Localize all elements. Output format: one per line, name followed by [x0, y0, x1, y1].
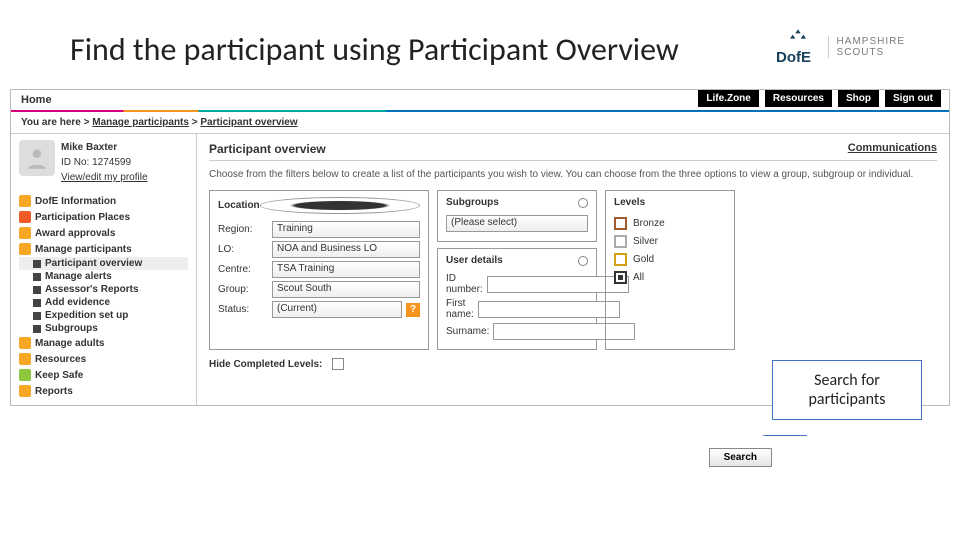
content-description: Choose from the filters below to create … — [209, 161, 937, 190]
communications-link[interactable]: Communications — [848, 142, 937, 156]
user-block: Mike Baxter ID No: 1274599 View/edit my … — [19, 140, 188, 185]
app-frame: Home Life.Zone Resources Shop Sign out Y… — [10, 89, 950, 406]
nav-manage-adults[interactable]: Manage adults — [19, 335, 188, 351]
level-silver[interactable]: Silver — [614, 235, 726, 248]
subnav-manage-alerts[interactable]: Manage alerts — [19, 270, 188, 283]
svg-text:DofE: DofE — [776, 49, 811, 66]
avatar-icon — [19, 140, 55, 176]
subnav-subgroups[interactable]: Subgroups — [19, 322, 188, 335]
top-link-signout[interactable]: Sign out — [885, 90, 941, 107]
subnav-expedition-setup[interactable]: Expedition set up — [19, 309, 188, 322]
nav-resources[interactable]: Resources — [19, 351, 188, 367]
logo-block: DofE HAMPSHIRE SCOUTS — [776, 25, 905, 69]
filter-subgroups: Subgroups (Please select) — [437, 190, 597, 242]
top-link-shop[interactable]: Shop — [838, 90, 879, 107]
nav-reports[interactable]: Reports — [19, 383, 188, 399]
subnav-assessors-reports[interactable]: Assessor's Reports — [19, 283, 188, 296]
nav-award-approvals[interactable]: Award approvals — [19, 225, 188, 241]
nav-dofe-info[interactable]: DofE Information — [19, 193, 188, 209]
filter-levels: Levels Bronze Silver Gold All — [605, 190, 735, 350]
lo-select[interactable]: NOA and Business LO — [272, 241, 420, 258]
dofe-logo-icon: DofE — [776, 25, 820, 69]
top-link-resources[interactable]: Resources — [765, 90, 832, 107]
breadcrumb-l1[interactable]: Manage participants — [92, 117, 189, 128]
level-bronze[interactable]: Bronze — [614, 217, 726, 230]
callout-box: Search for participants — [772, 360, 922, 420]
nav-manage-participants[interactable]: Manage participants — [19, 241, 188, 257]
group-select[interactable]: Scout South — [272, 281, 420, 298]
page-title: Participant overview — [209, 142, 326, 156]
centre-select[interactable]: TSA Training — [272, 261, 420, 278]
filter-userdetails: User details ID number: First name: Surn… — [437, 248, 597, 350]
top-link-lifezone[interactable]: Life.Zone — [698, 90, 758, 107]
scouts-logo: HAMPSHIRE SCOUTS — [828, 36, 905, 58]
level-gold[interactable]: Gold — [614, 253, 726, 266]
filter-location: Location Region:Training LO:NOA and Busi… — [209, 190, 429, 350]
breadcrumb-l2[interactable]: Participant overview — [200, 117, 297, 128]
status-select[interactable]: (Current) — [272, 301, 402, 318]
nav-keep-safe[interactable]: Keep Safe — [19, 367, 188, 383]
radio-subgroups[interactable] — [578, 198, 588, 208]
subnav-participant-overview[interactable]: Participant overview — [19, 257, 188, 270]
firstname-input[interactable] — [478, 301, 620, 318]
help-icon[interactable]: ? — [406, 303, 420, 317]
home-tab[interactable]: Home — [11, 90, 62, 110]
region-select[interactable]: Training — [272, 221, 420, 238]
radio-userdetails[interactable] — [578, 256, 588, 266]
search-button[interactable]: Search — [709, 448, 772, 467]
radio-location[interactable] — [260, 197, 420, 214]
sidebar: Mike Baxter ID No: 1274599 View/edit my … — [11, 134, 196, 405]
nav-participation-places[interactable]: Participation Places — [19, 209, 188, 225]
topbar: Home Life.Zone Resources Shop Sign out — [11, 90, 949, 112]
breadcrumb: You are here > Manage participants > Par… — [11, 112, 949, 133]
subnav-add-evidence[interactable]: Add evidence — [19, 296, 188, 309]
hide-completed-checkbox[interactable] — [332, 358, 344, 370]
level-all[interactable]: All — [614, 271, 726, 284]
subgroup-select[interactable]: (Please select) — [446, 215, 588, 232]
